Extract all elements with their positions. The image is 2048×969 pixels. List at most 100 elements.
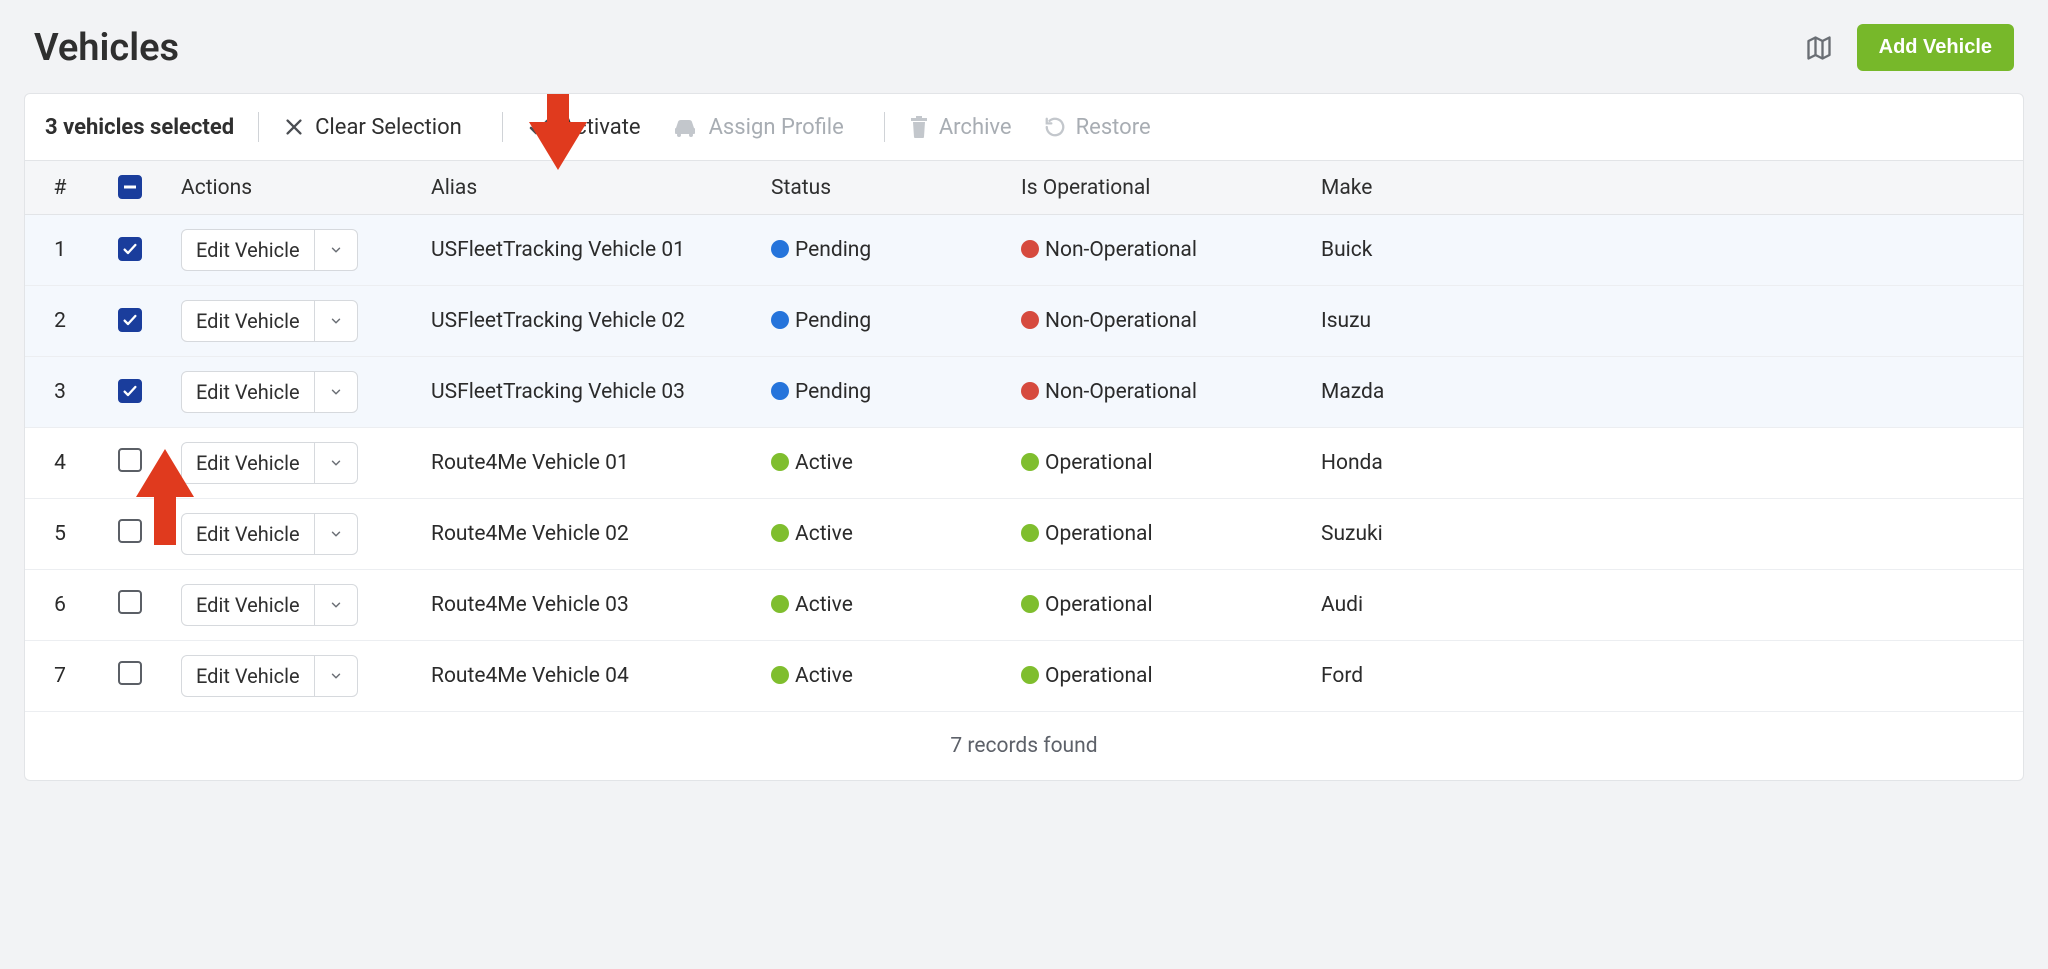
edit-vehicle-split-button: Edit Vehicle [181,442,358,484]
edit-vehicle-dropdown-toggle[interactable] [314,443,357,483]
row-checkbox[interactable] [118,379,142,403]
assign-profile-label: Assign Profile [709,115,844,140]
make-cell: Isuzu [1305,286,2023,357]
status-dot-icon [771,240,789,258]
table-row: 4Edit VehicleRoute4Me Vehicle 01ActiveOp… [25,428,2023,499]
operational-dot-icon [1021,666,1039,684]
operational-cell: Non-Operational [1005,286,1305,357]
make-cell: Ford [1305,641,2023,712]
edit-vehicle-split-button: Edit Vehicle [181,584,358,626]
table-row: 5Edit VehicleRoute4Me Vehicle 02ActiveOp… [25,499,2023,570]
chevron-down-icon [329,527,343,541]
clear-selection-button[interactable]: Clear Selection [283,115,478,140]
table-row: 3Edit VehicleUSFleetTracking Vehicle 03P… [25,357,2023,428]
row-number: 4 [25,428,95,499]
alias-cell: USFleetTracking Vehicle 02 [415,286,755,357]
operational-dot-icon [1021,240,1039,258]
table-row: 2Edit VehicleUSFleetTracking Vehicle 02P… [25,286,2023,357]
trash-icon [909,116,929,138]
vehicles-table: # Actions Alias Status Is Operational Ma… [25,161,2023,780]
column-header-alias[interactable]: Alias [415,161,755,215]
check-icon [527,115,551,139]
chevron-down-icon [329,243,343,257]
row-checkbox[interactable] [118,237,142,261]
restore-button[interactable]: Restore [1044,115,1167,140]
chevron-down-icon [329,314,343,328]
make-cell: Buick [1305,215,2023,286]
alias-cell: Route4Me Vehicle 02 [415,499,755,570]
status-dot-icon [771,595,789,613]
status-cell: Pending [755,286,1005,357]
records-found-label: 7 records found [25,712,2023,781]
map-icon[interactable] [1805,34,1833,62]
operational-cell: Operational [1005,570,1305,641]
edit-vehicle-button[interactable]: Edit Vehicle [182,230,314,270]
activate-label: Activate [561,115,641,140]
make-cell: Audi [1305,570,2023,641]
row-number: 3 [25,357,95,428]
operational-dot-icon [1021,311,1039,329]
edit-vehicle-split-button: Edit Vehicle [181,513,358,555]
chevron-down-icon [329,669,343,683]
select-all-checkbox[interactable] [118,175,142,199]
make-cell: Suzuki [1305,499,2023,570]
row-checkbox[interactable] [118,519,142,543]
edit-vehicle-button[interactable]: Edit Vehicle [182,301,314,341]
close-icon [283,116,305,138]
separator [258,112,259,142]
edit-vehicle-button[interactable]: Edit Vehicle [182,372,314,412]
column-header-status[interactable]: Status [755,161,1005,215]
row-checkbox[interactable] [118,448,142,472]
column-header-actions[interactable]: Actions [165,161,415,215]
edit-vehicle-dropdown-toggle[interactable] [314,301,357,341]
row-checkbox[interactable] [118,661,142,685]
chevron-down-icon [329,598,343,612]
separator [502,112,503,142]
operational-cell: Operational [1005,641,1305,712]
operational-dot-icon [1021,595,1039,613]
row-number: 1 [25,215,95,286]
status-dot-icon [771,524,789,542]
selection-count-label: 3 vehicles selected [45,115,234,140]
chevron-down-icon [329,385,343,399]
make-cell: Mazda [1305,357,2023,428]
archive-button[interactable]: Archive [909,115,1028,140]
operational-dot-icon [1021,453,1039,471]
edit-vehicle-dropdown-toggle[interactable] [314,585,357,625]
edit-vehicle-button[interactable]: Edit Vehicle [182,585,314,625]
operational-cell: Non-Operational [1005,357,1305,428]
assign-profile-button[interactable]: Assign Profile [673,115,860,140]
operational-dot-icon [1021,382,1039,400]
operational-cell: Operational [1005,499,1305,570]
edit-vehicle-button[interactable]: Edit Vehicle [182,656,314,696]
row-number: 5 [25,499,95,570]
alias-cell: Route4Me Vehicle 03 [415,570,755,641]
row-number: 6 [25,570,95,641]
page-title: Vehicles [34,26,179,70]
column-header-make[interactable]: Make [1305,161,2023,215]
edit-vehicle-dropdown-toggle[interactable] [314,372,357,412]
add-vehicle-button[interactable]: Add Vehicle [1857,24,2014,71]
table-row: 1Edit VehicleUSFleetTracking Vehicle 01P… [25,215,2023,286]
restore-icon [1044,116,1066,138]
restore-label: Restore [1076,115,1151,140]
edit-vehicle-button[interactable]: Edit Vehicle [182,514,314,554]
edit-vehicle-dropdown-toggle[interactable] [314,656,357,696]
row-checkbox[interactable] [118,308,142,332]
operational-dot-icon [1021,524,1039,542]
alias-cell: Route4Me Vehicle 04 [415,641,755,712]
row-checkbox[interactable] [118,590,142,614]
column-header-number[interactable]: # [25,161,95,215]
status-dot-icon [771,666,789,684]
activate-button[interactable]: Activate [527,115,657,140]
status-cell: Active [755,641,1005,712]
column-header-operational[interactable]: Is Operational [1005,161,1305,215]
edit-vehicle-dropdown-toggle[interactable] [314,514,357,554]
separator [884,112,885,142]
edit-vehicle-split-button: Edit Vehicle [181,655,358,697]
edit-vehicle-button[interactable]: Edit Vehicle [182,443,314,483]
edit-vehicle-dropdown-toggle[interactable] [314,230,357,270]
status-cell: Pending [755,357,1005,428]
make-cell: Honda [1305,428,2023,499]
edit-vehicle-split-button: Edit Vehicle [181,229,358,271]
